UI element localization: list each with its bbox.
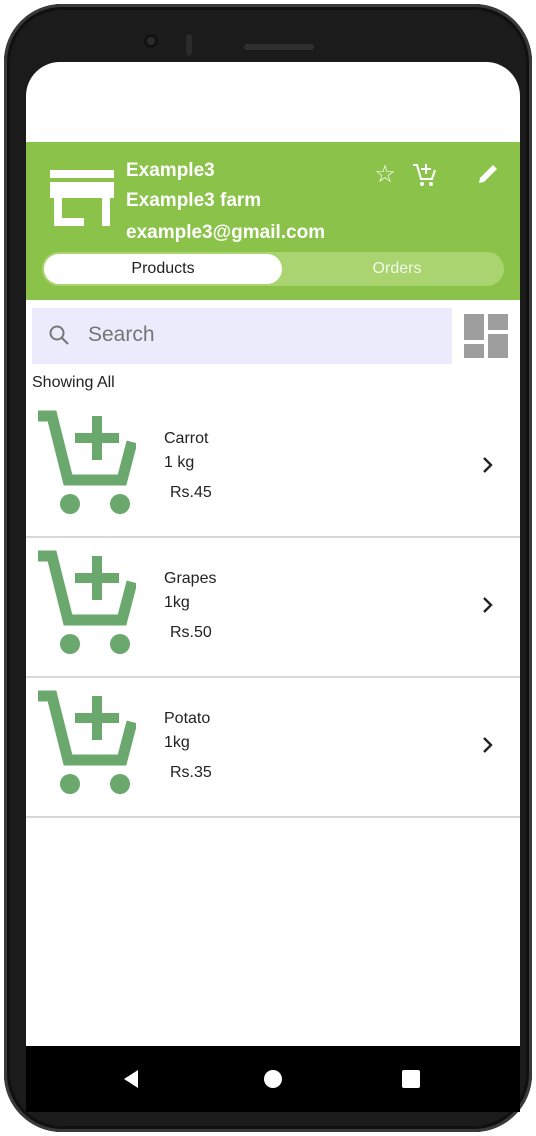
grid-view-icon[interactable] bbox=[464, 314, 508, 358]
product-quantity: 1kg bbox=[164, 594, 190, 611]
tab-orders[interactable]: Orders bbox=[292, 252, 502, 286]
system-nav-bar bbox=[26, 1046, 520, 1112]
divider bbox=[26, 816, 520, 818]
chevron-right-icon[interactable] bbox=[480, 454, 496, 476]
tab-products[interactable]: Products bbox=[44, 254, 282, 284]
search-bar bbox=[32, 308, 452, 364]
add-shopping-cart-icon bbox=[38, 690, 136, 794]
product-quantity: 1 kg bbox=[164, 454, 195, 471]
earpiece-speaker bbox=[244, 44, 314, 50]
seller-header: Example3 Example3 farm example3@gmail.co… bbox=[26, 142, 520, 300]
add-shopping-cart-icon bbox=[38, 410, 136, 514]
recents-square-icon[interactable] bbox=[402, 1070, 420, 1088]
add-shopping-cart-icon[interactable] bbox=[410, 160, 438, 188]
tab-bar: Products Orders bbox=[42, 252, 504, 286]
front-camera bbox=[144, 34, 158, 48]
search-input[interactable] bbox=[86, 322, 430, 348]
product-name: Carrot bbox=[164, 430, 209, 447]
chevron-right-icon[interactable] bbox=[480, 734, 496, 756]
product-item[interactable]: Potato 1kg Rs.35 bbox=[26, 678, 520, 818]
back-triangle-icon[interactable] bbox=[122, 1068, 142, 1090]
product-name: Potato bbox=[164, 710, 211, 727]
product-price: Rs.35 bbox=[170, 764, 212, 781]
product-price: Rs.50 bbox=[170, 624, 212, 641]
add-shopping-cart-icon bbox=[38, 550, 136, 654]
chevron-right-icon[interactable] bbox=[480, 594, 496, 616]
product-quantity: 1kg bbox=[164, 734, 190, 751]
seller-email: example3@gmail.com bbox=[126, 222, 326, 243]
home-circle-icon[interactable] bbox=[264, 1070, 282, 1088]
search-icon bbox=[49, 325, 69, 345]
app-screen: Example3 Example3 farm example3@gmail.co… bbox=[26, 62, 520, 1112]
product-item[interactable]: Grapes 1kg Rs.50 bbox=[26, 538, 520, 678]
star-outline-icon[interactable]: ☆ bbox=[372, 162, 398, 188]
product-price: Rs.45 bbox=[170, 484, 212, 501]
store-icon bbox=[50, 170, 114, 230]
seller-name: Example3 bbox=[126, 160, 215, 181]
filter-label: Showing All bbox=[32, 374, 115, 391]
product-name: Grapes bbox=[164, 570, 217, 587]
sensor bbox=[186, 34, 192, 56]
product-item[interactable]: Carrot 1 kg Rs.45 bbox=[26, 398, 520, 538]
farm-name: Example3 farm bbox=[126, 190, 262, 211]
pencil-icon[interactable] bbox=[474, 160, 502, 188]
